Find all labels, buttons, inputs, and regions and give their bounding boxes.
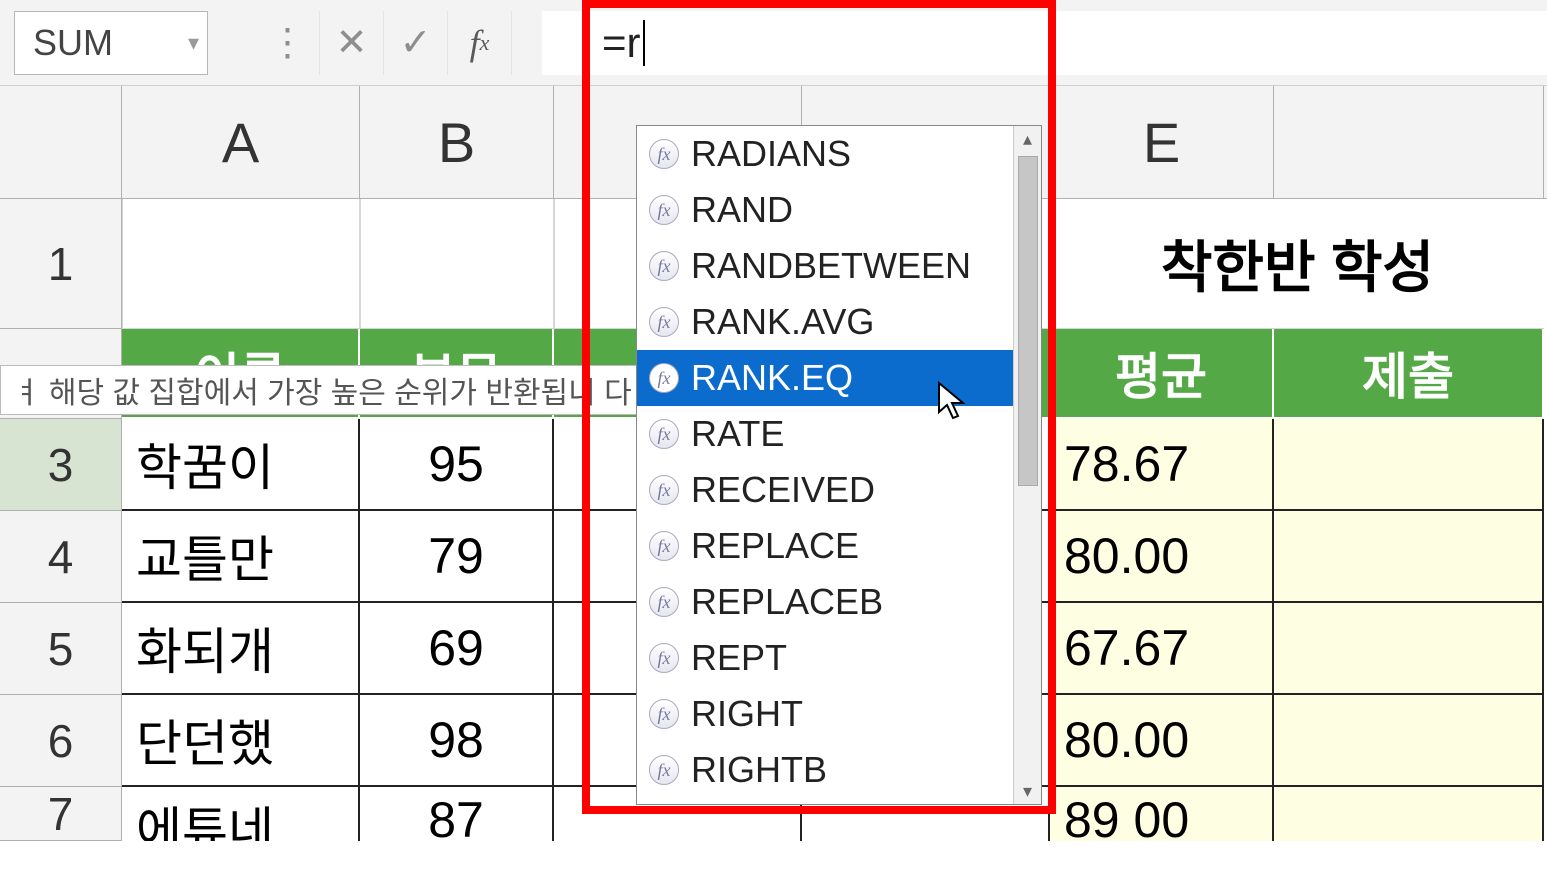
function-autocomplete-dropdown[interactable]: fxRADIANSfxRANDfxRANDBETWEENfxRANK.AVGfx… [636,125,1042,805]
autocomplete-item-label: RIGHTB [691,749,827,791]
cell[interactable] [1274,695,1544,787]
cell[interactable]: 80.00 [1050,695,1274,787]
autocomplete-item-label: REPLACE [691,525,859,567]
formula-input-value: =r [602,19,641,67]
col-header-avg[interactable]: 평균 [1050,329,1274,419]
cell[interactable]: 80.00 [1050,511,1274,603]
name-box[interactable]: SUM ▾ [14,11,208,75]
autocomplete-item[interactable]: fx RADIANS [637,126,1013,182]
row-header-3[interactable]: 3 [0,419,122,511]
cell[interactable]: 98 [360,695,554,787]
autocomplete-item-label: REPT [691,637,787,679]
title-cell[interactable]: 착한반 학성 [1050,199,1544,329]
fx-icon: fx [649,139,679,169]
row-header-5[interactable]: 5 [0,603,122,695]
cell[interactable] [1274,787,1544,841]
fx-icon: fx [649,755,679,785]
fx-icon: fx [649,475,679,505]
function-tooltip: ㅕ 해당 값 집합에서 가장 높은 순위가 반환됩니 다 [0,365,640,415]
fx-icon: fx [649,307,679,337]
autocomplete-item[interactable]: fx RAND [637,182,1013,238]
fx-icon: fx [649,363,679,393]
insert-function-icon[interactable]: fx [448,11,512,75]
autocomplete-item[interactable]: fx RATE [637,406,1013,462]
column-header-A[interactable]: A [122,86,360,198]
row-header-6[interactable]: 6 [0,695,122,787]
autocomplete-item-label: RANK.AVG [691,301,874,343]
scroll-down-icon[interactable]: ▾ [1014,778,1041,804]
autocomplete-item-label: RECEIVED [691,469,875,511]
fx-icon: fx [649,643,679,673]
formula-input[interactable]: =r [542,11,1547,75]
autocomplete-item-label: RANDBETWEEN [691,245,971,287]
cell[interactable]: 단던했 [122,695,360,787]
scroll-up-icon[interactable]: ▴ [1014,126,1041,152]
cell[interactable] [1274,419,1544,511]
autocomplete-item[interactable]: fx RECEIVED [637,462,1013,518]
col-header-submit[interactable]: 제출 [1274,329,1544,419]
autocomplete-item[interactable]: fx REPT [637,630,1013,686]
autocomplete-item-label: REPLACEB [691,581,883,623]
cell[interactable]: 78.67 [1050,419,1274,511]
row-header-1[interactable]: 1 [0,199,122,329]
cell[interactable]: 67.67 [1050,603,1274,695]
autocomplete-item[interactable]: fx REPLACE [637,518,1013,574]
fx-icon: fx [649,699,679,729]
formula-bar: SUM ▾ ⋮ ✕ ✓ fx =r [0,0,1547,86]
fx-icon: fx [649,251,679,281]
fx-icon: fx [649,195,679,225]
cell[interactable]: 87 [360,787,554,841]
fx-icon: fx [649,531,679,561]
autocomplete-item[interactable]: fx RANK.AVG [637,294,1013,350]
cancel-icon[interactable]: ✕ [320,11,384,75]
cell[interactable]: 에튜네 [122,787,360,841]
autocomplete-item[interactable]: fx RANDBETWEEN [637,238,1013,294]
autocomplete-item-label: RAND [691,189,793,231]
column-header-F[interactable] [1274,86,1544,198]
cell[interactable]: 69 [360,603,554,695]
column-header-E[interactable]: E [1050,86,1274,198]
autocomplete-item[interactable]: fx RIGHTB [637,742,1013,798]
autocomplete-item-label: RADIANS [691,133,851,175]
check-icon[interactable]: ✓ [384,11,448,75]
cell[interactable]: 79 [360,511,554,603]
cell[interactable]: 화되개 [122,603,360,695]
scrollbar[interactable]: ▴ ▾ [1013,126,1041,804]
scrollbar-thumb[interactable] [1018,156,1038,486]
cell[interactable]: 89 00 [1050,787,1274,841]
dots-icon: ⋮ [256,11,320,75]
column-header-B[interactable]: B [360,86,554,198]
cell[interactable] [360,199,554,329]
cell[interactable]: 95 [360,419,554,511]
chevron-down-icon[interactable]: ▾ [188,30,199,56]
autocomplete-item-label: RIGHT [691,693,803,735]
row-header-4[interactable]: 4 [0,511,122,603]
autocomplete-item[interactable]: fx RIGHT [637,686,1013,742]
row-header-7[interactable]: 7 [0,787,122,841]
cell[interactable] [1274,603,1544,695]
fx-icon: fx [649,419,679,449]
cell[interactable]: 학꿈이 [122,419,360,511]
autocomplete-item[interactable]: fx RANK.EQ [637,350,1013,406]
fx-icon: fx [649,587,679,617]
name-box-value: SUM [33,22,113,64]
autocomplete-item-label: RATE [691,413,784,455]
cell[interactable] [1274,511,1544,603]
cell[interactable]: 교틀만 [122,511,360,603]
autocomplete-item-label: RANK.EQ [691,357,853,399]
autocomplete-item[interactable]: fx REPLACEB [637,574,1013,630]
cell[interactable] [122,199,360,329]
